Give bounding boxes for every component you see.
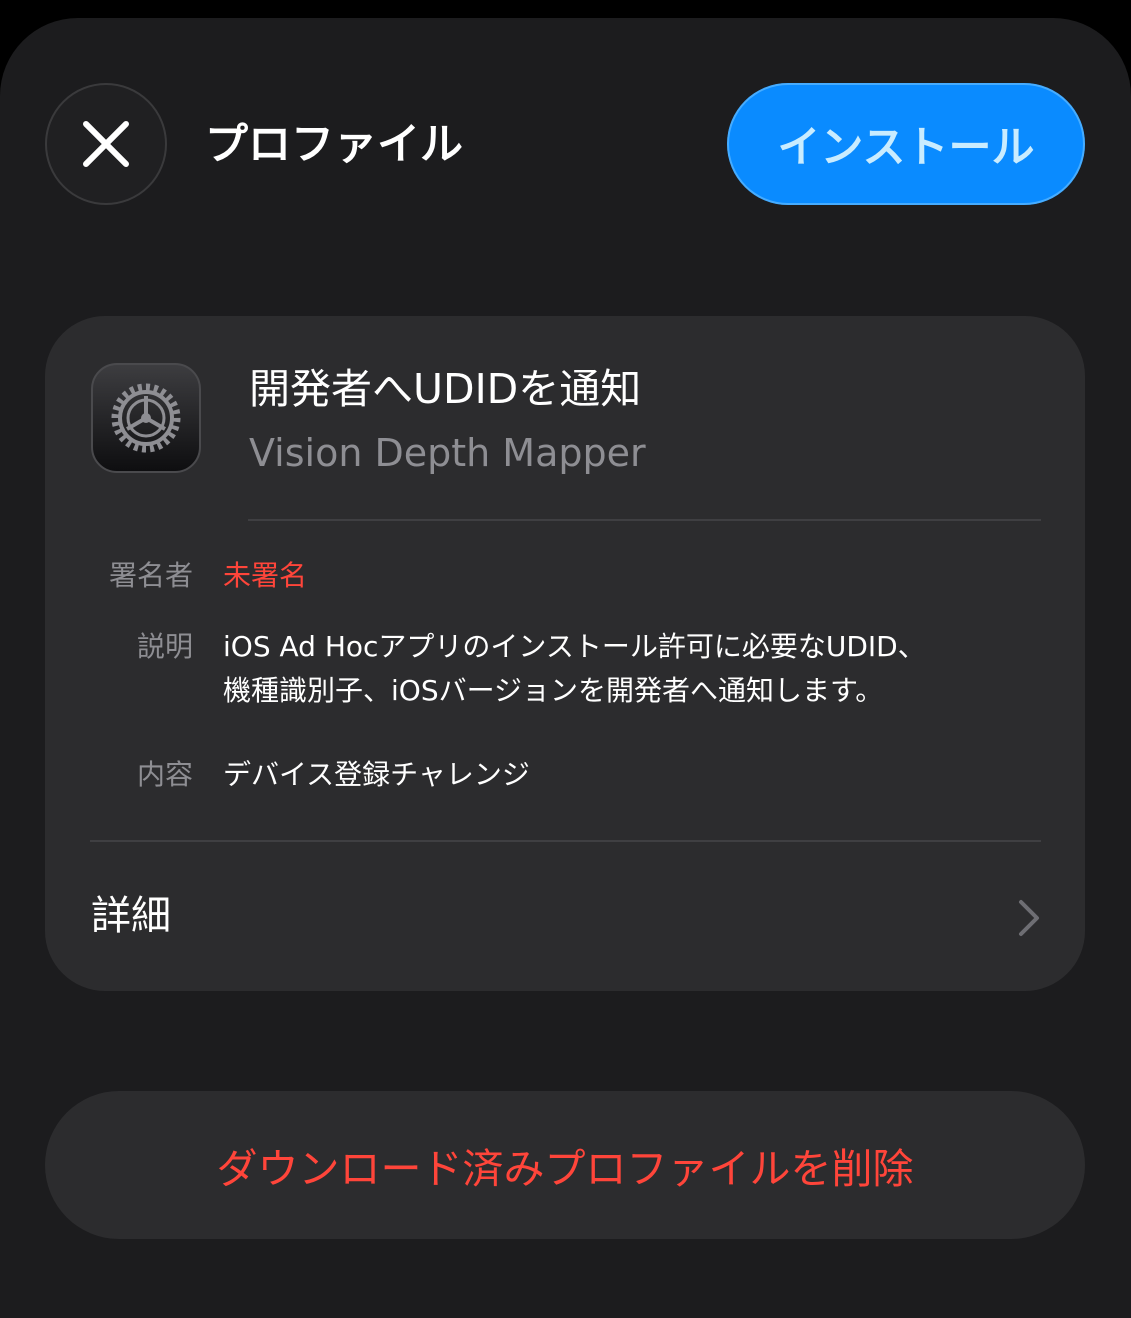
- close-icon: [83, 121, 129, 167]
- details-label: 詳細: [91, 893, 171, 939]
- signer-value: 未署名: [223, 559, 308, 592]
- description-line-2: 機種識別子、iOSバージョンを開発者へ通知します。: [223, 674, 884, 707]
- profile-organization: Vision Depth Mapper: [249, 431, 646, 475]
- settings-app-icon: [91, 363, 201, 473]
- description-label: 説明: [136, 630, 193, 663]
- profile-name: 開発者へUDIDを通知: [249, 365, 642, 413]
- profile-card: 開発者へUDIDを通知 Vision Depth Mapper 署名者 未署名 …: [45, 316, 1085, 991]
- chevron-right-icon: [1019, 900, 1039, 936]
- gear-icon: [111, 383, 181, 453]
- profile-sheet: プロファイル インストール 開発者へUDIDを通知 Vision Depth M…: [0, 18, 1131, 1318]
- description-line-1: iOS Ad Hocアプリのインストール許可に必要なUDID、: [223, 630, 926, 663]
- close-button[interactable]: [45, 83, 167, 205]
- page-title: プロファイル: [205, 120, 463, 170]
- delete-profile-button[interactable]: ダウンロード済みプロファイルを削除: [45, 1091, 1085, 1239]
- details-row[interactable]: 詳細: [45, 842, 1085, 991]
- divider: [248, 519, 1041, 521]
- install-button[interactable]: インストール: [727, 83, 1085, 205]
- signer-label: 署名者: [108, 559, 193, 592]
- contents-value: デバイス登録チャレンジ: [223, 758, 530, 791]
- contents-label: 内容: [136, 758, 193, 791]
